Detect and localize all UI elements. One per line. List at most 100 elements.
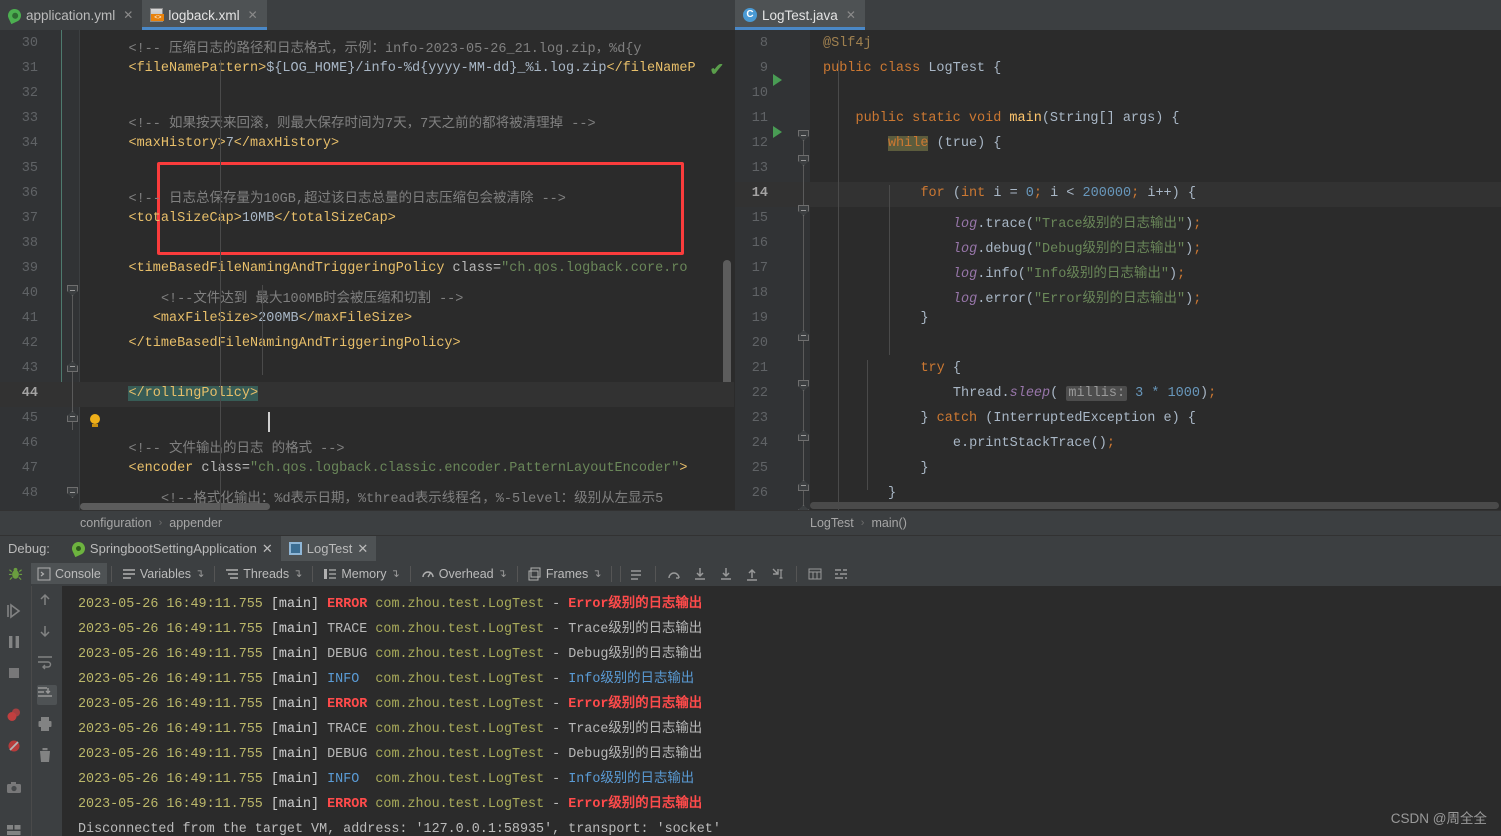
tab-logtest-java[interactable]: LogTest.java ✕ [735,0,865,30]
highlight-annotation-box [157,162,684,255]
debug-tab-overhead[interactable]: Overhead ↴ [415,563,513,584]
evaluate-expression-icon [808,568,822,579]
overhead-icon [421,567,435,581]
text-caret [268,412,270,432]
debug-tab-frames[interactable]: Frames ↴ [522,563,608,584]
code-line: <fileNamePattern>${LOG_HOME}/info-%d{yyy… [128,61,696,76]
yml-file-icon [5,6,24,25]
screenshot-button[interactable] [6,780,26,800]
debug-tab-variables[interactable]: Variables ↴ [116,563,210,584]
debug-session-tab-springbootsettingapplication[interactable]: SpringbootSettingApplication ✕ [64,536,281,562]
right-editor-tabbar: LogTest.java ✕ [735,0,1501,30]
scroll-up-button[interactable] [37,592,57,612]
run-gutter-icon[interactable] [773,74,782,86]
breadcrumb-xml[interactable]: configuration › appender [0,511,735,535]
xml-editor-pane[interactable]: ✔ 30 <!-- 压缩日志的路径和日志格式，示例：info-2023-05-26… [0,30,735,510]
intention-bulb-icon[interactable] [90,414,100,427]
line-number: 26 [751,486,768,501]
debug-bug-icon[interactable] [0,566,31,581]
show-execution-point-icon [631,569,642,580]
pin-icon[interactable]: ↴ [293,567,302,580]
line-number: 35 [21,161,38,176]
line-number: 15 [751,211,768,226]
breadcrumb-item[interactable]: LogTest [810,516,854,530]
code-line: Thread.sleep( millis: 3 * 1000); [952,386,1217,401]
breadcrumb-item[interactable]: main() [871,516,906,530]
view-breakpoints-button[interactable] [6,707,26,727]
view-breakpoints-icon [7,708,20,721]
java-editor-pane[interactable]: 8 @Slf4j 9 public class LogTest {10 11 public… [735,30,1501,510]
code-line: <encoder class="ch.qos.logback.classic.e… [128,461,688,476]
step-button-run-to-cursor[interactable] [766,563,790,584]
debug-label: Debug: [8,541,50,556]
resume-program-button[interactable] [6,603,26,623]
debug-tab-threads[interactable]: Threads ↴ [219,563,308,584]
step-button-step-out[interactable] [740,563,764,584]
breadcrumb-separator: › [158,517,163,529]
xml-file-icon [150,8,165,22]
line-number: 23 [751,411,768,426]
print-button[interactable] [37,716,57,736]
code-line: public static void main(String[] args) { [855,111,1180,126]
line-number: 45 [21,411,38,426]
scroll-down-button[interactable] [37,623,57,643]
clear-all-button[interactable] [37,747,57,767]
close-icon[interactable]: ✕ [262,541,273,557]
line-number: 22 [751,386,768,401]
debug-toolbar: Console Variables ↴ Threads ↴ Memory ↴ Overhead… [0,561,1501,586]
breadcrumb-java[interactable]: LogTest › main() [735,511,1501,535]
code-line: <maxHistory>7</maxHistory> [128,136,340,151]
scroll-to-end-button[interactable] [37,685,57,705]
code-line: <!-- 如果按天来回滚，则最大保存时间为7天，7天之前的都将被清理掉 --> [128,117,596,132]
toolbar-separator [655,565,657,582]
xml-vertical-scrollbar[interactable] [723,260,731,400]
pause-program-button[interactable] [6,634,26,654]
close-icon[interactable]: ✕ [248,8,258,22]
toolbar-separator [796,565,798,582]
step-button-evaluate-expression[interactable] [803,563,827,584]
inspection-ok-icon[interactable]: ✔ [710,60,724,80]
step-button-layout-settings[interactable] [829,563,853,584]
restore-layout-icon [6,825,20,835]
mute-breakpoints-icon [8,740,19,752]
current-line-highlight [0,382,734,407]
debug-tab-memory[interactable]: Memory ↴ [317,563,405,584]
code-line: <!--格式化输出：%d表示日期，%thread表示线程名，%-5level：级… [160,492,664,507]
console-log-line: 2023-05-26 16:49:11.755 [main] TRACE com… [78,622,703,637]
pin-icon[interactable]: ↴ [592,567,601,580]
layout-settings-icon [835,568,848,579]
java-class-icon [743,8,757,22]
tab-logback-xml[interactable]: logback.xml ✕ [142,0,268,30]
scroll-up-icon [40,593,50,605]
soft-wrap-button[interactable] [37,654,57,674]
run-gutter-icon[interactable] [773,126,782,138]
tab-application-yml[interactable]: application.yml ✕ [0,0,142,30]
stop-program-button[interactable] [6,665,26,685]
breadcrumb-item[interactable]: appender [169,516,222,530]
restore-layout-button[interactable] [6,822,26,836]
code-line: log.trace("Trace级别的日志输出"); [952,217,1202,232]
pin-icon[interactable]: ↴ [391,567,400,580]
left-editor-tabbar: application.yml ✕ logback.xml ✕ [0,0,735,30]
step-button-show-execution-point[interactable] [625,563,649,584]
debug-session-tab-logtest[interactable]: LogTest ✕ [280,535,377,562]
step-button-step-over[interactable] [662,563,686,584]
code-line: log.debug("Debug级别的日志输出"); [952,242,1202,257]
step-button-force-step-into[interactable] [714,563,738,584]
step-button-step-into[interactable] [688,563,712,584]
pin-icon[interactable]: ↴ [195,567,204,580]
debug-tab-console[interactable]: Console [31,563,107,584]
close-icon[interactable]: ✕ [123,8,133,22]
console-footer-line: Disconnected from the target VM, address… [78,822,721,836]
mute-breakpoints-button[interactable] [6,738,26,758]
java-horizontal-scrollbar[interactable] [810,502,1499,509]
log-logger: com.zhou.test.LogTest [375,797,545,812]
line-number: 20 [751,336,768,351]
close-icon[interactable]: ✕ [357,541,368,557]
print-icon [38,717,52,731]
breadcrumb-item[interactable]: configuration [80,516,152,530]
close-icon[interactable]: ✕ [846,8,856,22]
log-level: ERROR [327,597,368,612]
console-output[interactable]: 2023-05-26 16:49:11.755 [main] ERROR com… [62,586,1501,836]
pin-icon[interactable]: ↴ [498,567,507,580]
